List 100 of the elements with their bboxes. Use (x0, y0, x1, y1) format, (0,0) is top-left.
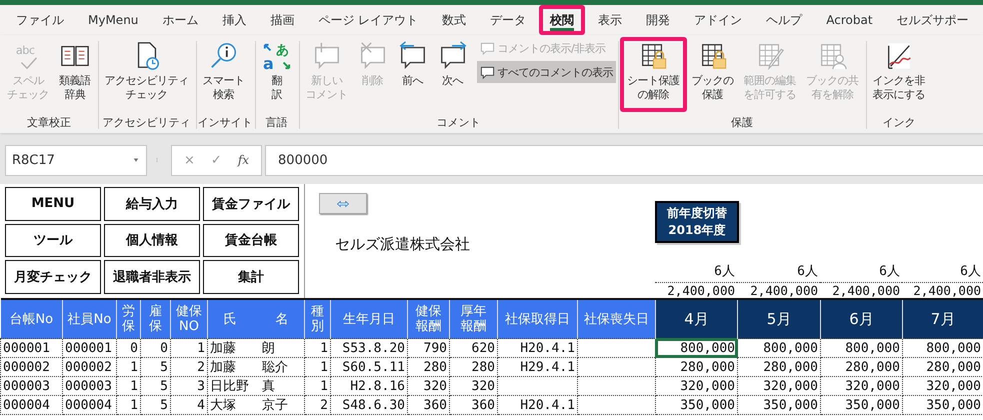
table-cell[interactable]: 280,000 (656, 358, 738, 376)
macro-button[interactable]: 集計 (203, 260, 299, 294)
table-cell[interactable]: 350,000 (820, 396, 902, 414)
group-label: アクセシビリティ (102, 115, 190, 131)
table-cell[interactable]: 320,000 (738, 376, 820, 396)
column-header: 労 保 (116, 299, 140, 338)
column-header: 7月 (902, 299, 983, 338)
table-cell[interactable]: 280,000 (738, 358, 820, 376)
ribbon-tab[interactable]: MyMenu (77, 5, 150, 35)
table-cell: 3 (170, 376, 208, 396)
dropdown-arrow-icon (132, 157, 140, 163)
ribbon-button[interactable]: 類義語 辞典 (54, 37, 96, 108)
group-label: コメント (436, 115, 480, 131)
ribbon-button[interactable]: 次へ (432, 37, 472, 94)
total-cell-text: 2,400,000 (666, 283, 736, 298)
table-cell: 000003 (62, 376, 116, 396)
ribbon-tab[interactable]: 挿入 (211, 5, 258, 35)
table-cell[interactable]: 280,000 (820, 358, 902, 376)
headcount-cell: 6人 (902, 262, 983, 283)
active-cell[interactable]: 800,000 (656, 338, 738, 358)
ribbon-tab[interactable]: 数式 (431, 5, 478, 35)
column-header: 氏 名 (208, 299, 304, 338)
table-cell: 320 (450, 376, 498, 396)
group-label: 文章校正 (26, 115, 71, 131)
table-cell[interactable]: 320,000 (656, 376, 738, 396)
table-cell[interactable]: 800,000 (738, 338, 820, 358)
table-cell: 1 (116, 396, 140, 414)
ribbon-tab[interactable]: 描画 (259, 5, 306, 35)
ribbon-tab[interactable]: ページ レイアウト (307, 5, 430, 35)
table-cell[interactable]: 350,000 (738, 396, 820, 414)
table-cell: 000002 (62, 358, 116, 376)
ribbon-button[interactable]: インクを非 表示にする (868, 37, 930, 108)
ribbon-button[interactable]: ブックの 保護 (686, 37, 738, 108)
macro-button[interactable]: 賃金台帳 (203, 224, 299, 258)
table-cell: 2 (170, 358, 208, 376)
column-header: 種 別 (304, 299, 330, 338)
table-cell: H2.8.16 (330, 376, 408, 396)
table-cell: 000002 (0, 358, 62, 376)
ribbon-tab[interactable]: ファイル (5, 5, 75, 35)
table-cell: 5 (140, 376, 170, 396)
ribbon-button[interactable]: アクセシビリティ チェック (100, 37, 194, 108)
ribbon-button[interactable]: シート保護 の解除 (620, 37, 686, 112)
table-cell: S48.6.30 (330, 396, 408, 414)
ribbon-button[interactable]: あ a 翻 訳 (256, 37, 296, 108)
ribbon-tab[interactable]: 開発 (635, 5, 682, 35)
table-cell: H20.4.1 (498, 396, 578, 414)
ribbon-button[interactable]: スマート 検索 (198, 37, 250, 108)
table-cell: 4 (170, 396, 208, 414)
ribbon-tab[interactable]: 校閲 (539, 5, 586, 35)
macro-button[interactable]: 月変チェック (5, 260, 101, 294)
macro-button[interactable]: 退職者非表示 (104, 260, 200, 294)
table-cell: 320 (408, 376, 450, 396)
name-box[interactable]: R8C17 (5, 144, 147, 176)
table-cell: S60.5.11 (330, 358, 408, 376)
table-cell[interactable]: 350,000 (656, 396, 738, 414)
table-cell: 280 (408, 358, 450, 376)
table-cell: 790 (408, 338, 450, 358)
macro-button[interactable]: 個人情報 (104, 224, 200, 258)
table-cell: 1 (304, 358, 330, 376)
ribbon-tab[interactable]: 表示 (587, 5, 634, 35)
table-cell: 0 (116, 338, 140, 358)
macro-button[interactable]: 給与入力 (104, 187, 200, 221)
table-cell[interactable]: 800,000 (820, 338, 902, 358)
ribbon-tab[interactable]: ホーム (151, 5, 210, 35)
table-cell: 000004 (62, 396, 116, 414)
macro-button[interactable]: 賃金ファイル (203, 187, 299, 221)
macro-button[interactable]: ツール (5, 224, 101, 258)
table-cell: 1 (304, 376, 330, 396)
column-header: 台帳No (0, 299, 62, 338)
column-header: 4月 (656, 299, 738, 338)
table-cell[interactable]: 320,000 (820, 376, 902, 396)
ribbon-tab[interactable]: Acrobat (815, 5, 884, 35)
table-cell: H29.4.1 (498, 358, 578, 376)
ribbon-button[interactable]: すべてのコメントの表示 (476, 61, 616, 83)
column-header: 健保 報酬 (408, 299, 450, 338)
table-cell: 000001 (62, 338, 116, 358)
column-header: 厚年 報酬 (450, 299, 498, 338)
table-cell: 5 (140, 358, 170, 376)
insert-function-button[interactable]: fx (238, 153, 250, 167)
company-name: セルズ派遣株式会社 (335, 235, 470, 254)
table-cell: 5 (140, 396, 170, 414)
year-switch-button[interactable]: 前年度切替 2018年度 (655, 201, 739, 243)
total-cell-text: 2,400,000 (749, 283, 819, 298)
ribbon-tab[interactable]: アドイン (683, 5, 754, 35)
table-cell[interactable]: 800,000 (902, 338, 983, 358)
total-cell-text: 2,400,000 (831, 283, 901, 298)
column-header: 社保取得日 (498, 299, 578, 338)
ribbon-tab[interactable]: ヘルプ (755, 5, 814, 35)
table-cell: 280 (450, 358, 498, 376)
total-cell-text: 2,400,000 (912, 283, 982, 298)
ribbon-tab[interactable]: データ (479, 5, 538, 35)
table-cell: S53.8.20 (330, 338, 408, 358)
headcount-cell: 6人 (820, 262, 902, 283)
ribbon-tab[interactable]: セルズサポー (886, 5, 980, 35)
macro-button[interactable]: MENU (5, 187, 101, 221)
ribbon-button[interactable]: 前へ (392, 37, 432, 94)
arrow-button[interactable] (319, 193, 367, 214)
column-header: 健保 NO (170, 299, 208, 338)
column-header: 社保喪失日 (578, 299, 656, 338)
formula-input[interactable]: 800000 (265, 144, 983, 176)
